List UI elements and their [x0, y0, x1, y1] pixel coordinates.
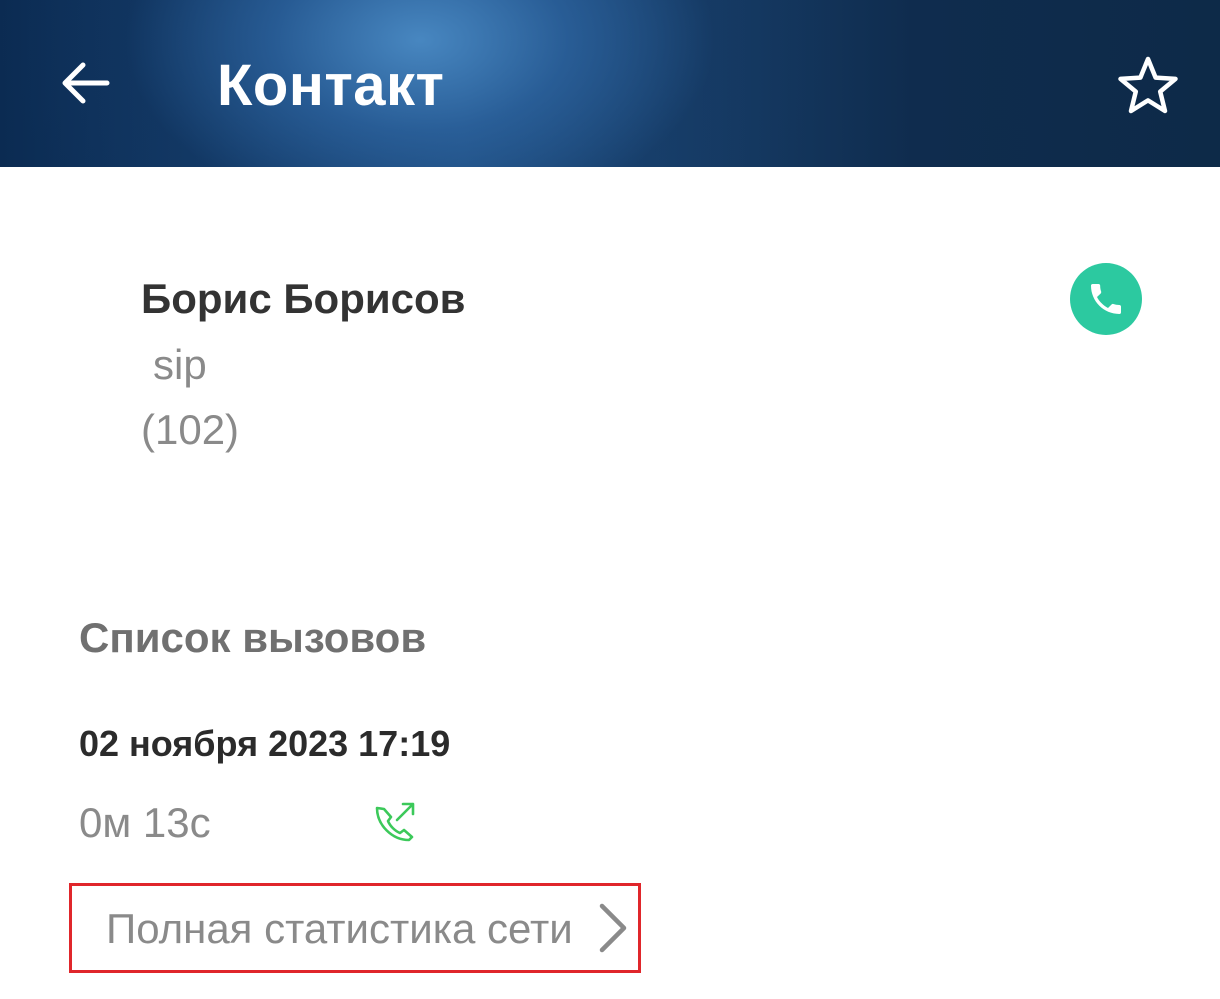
- contact-name: Борис Борисов: [141, 275, 466, 322]
- app-header: Контакт: [0, 0, 1220, 167]
- chevron-right-icon: [599, 903, 627, 953]
- page-title: Контакт: [217, 53, 445, 118]
- phone-icon: [1091, 284, 1121, 314]
- network-stats-label: Полная статистика сети: [106, 905, 573, 952]
- call-datetime: 02 ноября 2023 17:19: [79, 723, 451, 764]
- star-outline-icon: [1118, 56, 1178, 114]
- arrow-left-icon: [62, 62, 110, 104]
- outgoing-call-icon: [375, 802, 415, 842]
- favorite-button[interactable]: [1112, 50, 1184, 122]
- contact-type: sip: [153, 341, 207, 388]
- contact-screen: Контакт Борис Борисов sip (102) Список в…: [0, 0, 1220, 999]
- call-list-title: Список вызовов: [79, 614, 427, 661]
- call-duration: 0м 13с: [79, 799, 211, 846]
- contact-number: (102): [141, 406, 240, 453]
- call-button[interactable]: [1070, 263, 1142, 335]
- back-button[interactable]: [52, 50, 118, 116]
- network-stats-link[interactable]: Полная статистика сети: [69, 883, 641, 973]
